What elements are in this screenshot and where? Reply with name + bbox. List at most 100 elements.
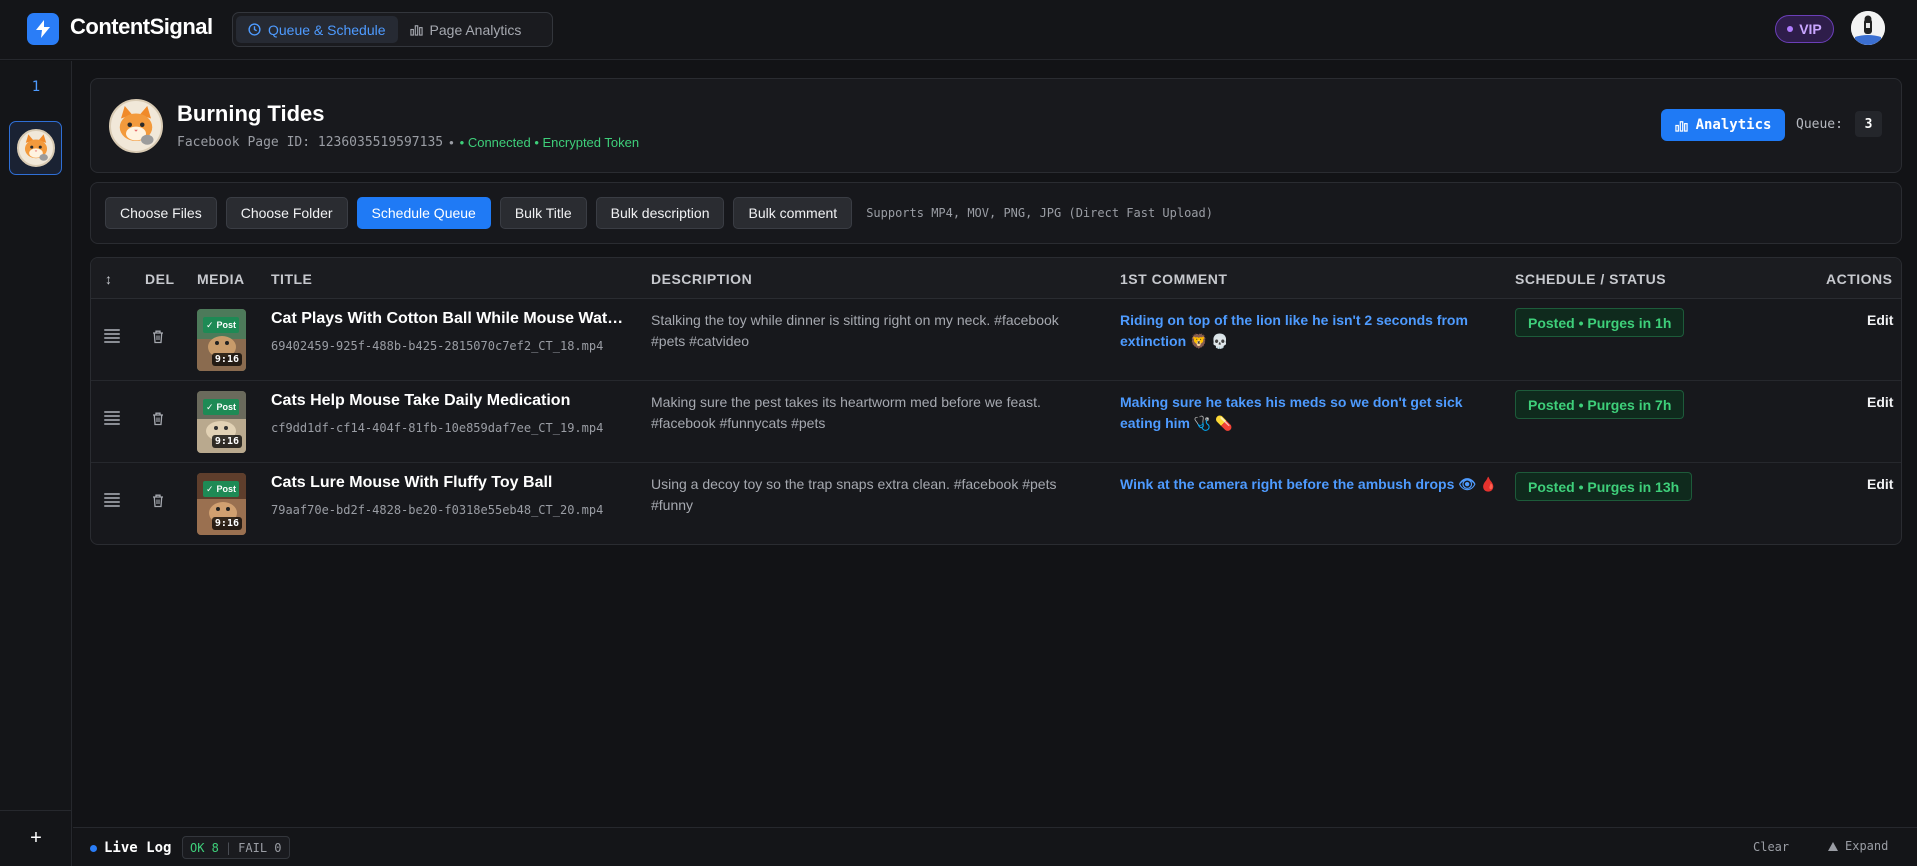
posted-badge: ✓ Post (203, 317, 240, 333)
edit-button[interactable]: Edit (1867, 312, 1893, 328)
cat-avatar-icon (16, 129, 55, 167)
row-title[interactable]: Cat Plays With Cotton Ball While Mouse W… (271, 310, 626, 328)
tab-queue-schedule[interactable]: Queue & Schedule (236, 16, 398, 43)
user-avatar[interactable] (1851, 11, 1885, 45)
row-description[interactable]: Using a decoy toy so the trap snaps extr… (651, 474, 1091, 516)
live-log-toggle[interactable]: Live Log (90, 840, 171, 856)
row-first-comment[interactable]: Wink at the camera right before the ambu… (1120, 474, 1500, 495)
expand-log-button[interactable]: Expand (1828, 839, 1888, 853)
check-icon: ✓ (206, 483, 214, 494)
expand-label: Expand (1845, 839, 1889, 853)
page-header-card: Burning Tides Facebook Page ID: 12360355… (90, 78, 1902, 173)
status-badge: Posted • Purges in 13h (1515, 472, 1693, 501)
drag-handle-icon[interactable] (104, 411, 120, 425)
media-thumbnail[interactable]: ✓ Post 9:16 (197, 391, 246, 453)
bulk-comment-button[interactable]: Bulk comment (733, 197, 853, 229)
posted-badge-label: Post (216, 484, 237, 494)
sort-column-header[interactable]: ↕ (105, 271, 113, 287)
choose-folder-button[interactable]: Choose Folder (225, 197, 348, 229)
row-title[interactable]: Cats Help Mouse Take Daily Medication (271, 392, 626, 410)
edit-button[interactable]: Edit (1867, 476, 1893, 492)
delete-row-button[interactable] (151, 329, 165, 347)
vip-dot-icon (1787, 26, 1794, 32)
drag-handle-icon[interactable] (104, 493, 120, 507)
media-column-header: MEDIA (197, 271, 245, 287)
schedule-queue-button[interactable]: Schedule Queue (356, 197, 491, 229)
drag-handle-icon[interactable] (104, 329, 120, 343)
brand-name: ContentSignal (70, 14, 213, 39)
media-thumbnail[interactable]: ✓ Post 9:16 (197, 309, 246, 371)
tab-label: Queue & Schedule (268, 21, 386, 38)
connection-status: • Connected • Encrypted Token (459, 135, 640, 150)
row-title[interactable]: Cats Lure Mouse With Fluffy Toy Ball (271, 474, 626, 492)
description-column-header: DESCRIPTION (651, 271, 753, 287)
vip-badge[interactable]: VIP (1775, 15, 1834, 43)
posted-badge-label: Post (216, 320, 237, 330)
aspect-ratio-badge: 9:16 (211, 435, 242, 448)
vip-label: VIP (1799, 21, 1822, 37)
delete-row-button[interactable] (151, 411, 165, 429)
status-badge: Posted • Purges in 1h (1515, 308, 1685, 337)
clock-icon (248, 23, 261, 36)
tab-label: Page Analytics (429, 21, 522, 38)
logo-icon[interactable] (27, 13, 59, 45)
log-counters: OK 8 | FAIL 0 (182, 836, 290, 859)
cat-avatar-icon (119, 106, 154, 145)
row-filename: cf9dd1df-cf14-404f-81fb-10e859daf7ee_CT_… (271, 421, 604, 435)
counter-divider: | (224, 840, 233, 855)
table-row: ✓ Post 9:16 Cats Help Mouse Take Daily Me… (91, 381, 1901, 463)
page-id: Facebook Page ID: 1236035519597135 (177, 135, 444, 150)
table-header: ↕ DEL MEDIA TITLE DESCRIPTION 1ST COMMEN… (91, 258, 1901, 299)
sidebar-page-burning-tides[interactable] (9, 121, 62, 175)
live-log-bar: Live Log OK 8 | FAIL 0 Clear Expand (73, 827, 1917, 866)
trash-icon (153, 330, 163, 344)
bar-chart-icon (409, 25, 423, 36)
edit-button[interactable]: Edit (1867, 394, 1893, 410)
meta-separator: • (449, 135, 454, 150)
row-description[interactable]: Making sure the pest takes its heartworm… (651, 392, 1091, 434)
live-dot-icon (90, 844, 97, 852)
nav-tabs: Queue & Schedule Page Analytics (232, 12, 553, 47)
add-page-button[interactable]: + (0, 810, 72, 866)
posted-badge: ✓ Post (203, 399, 240, 415)
page-meta: Facebook Page ID: 1236035519597135 • • C… (177, 135, 639, 150)
posted-badge: ✓ Post (203, 481, 240, 497)
analytics-label: Analytics (1695, 117, 1772, 133)
check-icon: ✓ (206, 401, 214, 412)
title-column-header: TITLE (271, 271, 313, 287)
row-first-comment[interactable]: Riding on top of the lion like he isn't … (1120, 310, 1500, 352)
posted-badge-label: Post (216, 402, 237, 412)
tab-page-analytics[interactable]: Page Analytics (398, 16, 534, 43)
status-badge: Posted • Purges in 7h (1515, 390, 1685, 419)
row-first-comment[interactable]: Making sure he takes his meds so we don'… (1120, 392, 1500, 434)
upload-toolbar: Choose Files Choose Folder Schedule Queu… (90, 182, 1902, 244)
delete-row-button[interactable] (151, 493, 165, 511)
bar-chart-icon (1674, 120, 1688, 132)
actions-column-header: ACTIONS (1826, 271, 1893, 287)
sidebar: 1 + (0, 61, 72, 866)
triangle-up-icon (1828, 841, 1838, 851)
queue-count-badge: 3 (1855, 111, 1882, 137)
queue-label: Queue: (1796, 117, 1843, 132)
del-column-header: DEL (145, 271, 175, 287)
analytics-button[interactable]: Analytics (1661, 109, 1785, 141)
page-title: Burning Tides (177, 101, 325, 126)
bulk-description-button[interactable]: Bulk description (595, 197, 725, 229)
status-column-header: SCHEDULE / STATUS (1515, 271, 1667, 287)
bulk-title-button[interactable]: Bulk Title (499, 197, 587, 229)
check-icon: ✓ (206, 319, 214, 330)
trash-icon (153, 494, 163, 508)
media-thumbnail[interactable]: ✓ Post 9:16 (197, 473, 246, 535)
comment-column-header: 1ST COMMENT (1120, 271, 1228, 287)
user-avatar-icon (1851, 11, 1885, 45)
fail-count: FAIL 0 (238, 840, 282, 855)
live-log-label: Live Log (104, 840, 172, 856)
row-description[interactable]: Stalking the toy while dinner is sitting… (651, 310, 1091, 352)
row-filename: 79aaf70e-bd2f-4828-be20-f0318e55eb48_CT_… (271, 503, 604, 517)
table-row: ✓ Post 9:16 Cats Lure Mouse With Fluffy T… (91, 463, 1901, 544)
page-count: 1 (31, 79, 41, 95)
top-bar: ContentSignal Queue & Schedule Page Anal… (0, 0, 1917, 60)
clear-log-button[interactable]: Clear (1753, 840, 1789, 854)
table-row: ✓ Post 9:16 Cat Plays With Cotton Ball Wh… (91, 299, 1901, 381)
choose-files-button[interactable]: Choose Files (105, 197, 217, 229)
